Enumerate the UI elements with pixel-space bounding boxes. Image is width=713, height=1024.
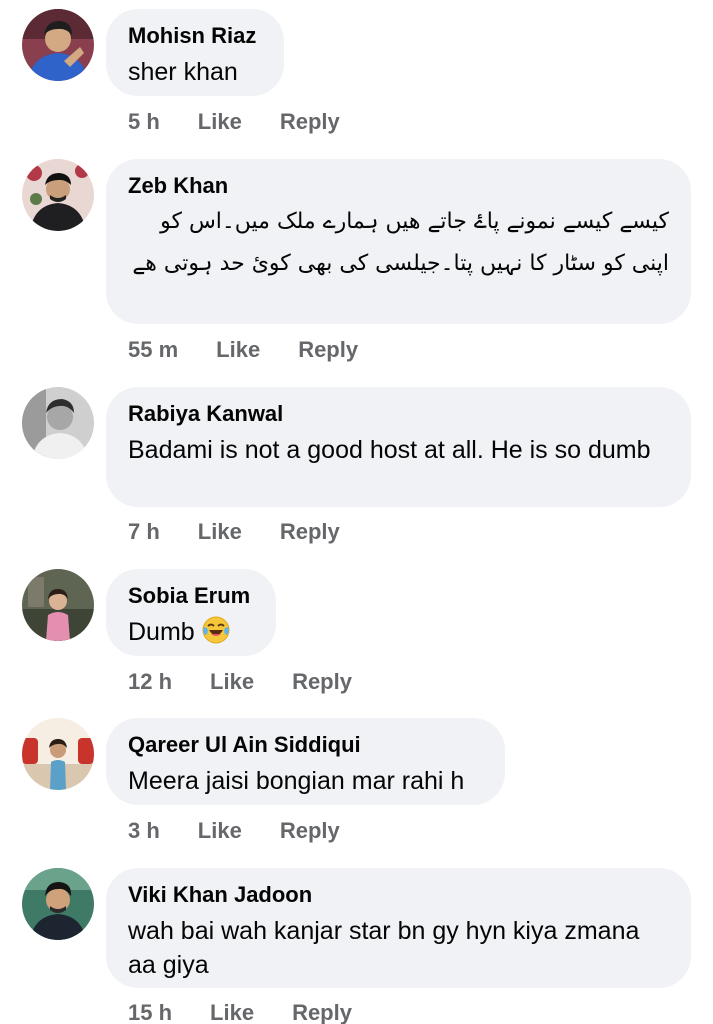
- avatar-image: [22, 9, 94, 81]
- comment-text: کیسے کیسے نمونے پاۓ جاتے ھیں ہمارے ملک م…: [132, 209, 669, 276]
- avatar-image: [22, 868, 94, 940]
- like-button[interactable]: Like: [198, 108, 242, 136]
- avatar-image: [22, 387, 94, 459]
- like-button[interactable]: Like: [210, 668, 254, 696]
- comment-text: Meera jaisi bongian mar rahi h: [128, 767, 465, 795]
- comment-actions: 15 h Like Reply: [128, 999, 352, 1024]
- comment-timestamp[interactable]: 15 h: [128, 999, 172, 1024]
- reply-button[interactable]: Reply: [292, 668, 352, 696]
- comment-thread: Mohisn Riaz sher khan 5 h Like Reply Zeb K…: [0, 0, 713, 1024]
- avatar[interactable]: [22, 868, 94, 940]
- comment-bubble: Viki Khan Jadoon wah bai wah kanjar star…: [106, 868, 691, 988]
- comment-author[interactable]: Mohisn Riaz: [128, 21, 262, 51]
- like-button[interactable]: Like: [198, 518, 242, 546]
- reply-button[interactable]: Reply: [298, 336, 358, 364]
- comment-timestamp[interactable]: 5 h: [128, 108, 160, 136]
- comment-text: wah bai wah kanjar star bn gy hyn kiya z…: [128, 917, 640, 979]
- comment-timestamp[interactable]: 3 h: [128, 817, 160, 845]
- comment-bubble: Zeb Khan کیسے کیسے نمونے پاۓ جاتے ھیں ہم…: [106, 159, 691, 324]
- reply-button[interactable]: Reply: [292, 999, 352, 1024]
- comment-actions: 7 h Like Reply: [128, 518, 340, 546]
- reply-button[interactable]: Reply: [280, 518, 340, 546]
- like-button[interactable]: Like: [210, 999, 254, 1024]
- avatar[interactable]: [22, 387, 94, 459]
- comment-text: sher khan: [128, 58, 238, 86]
- comment-author[interactable]: Sobia Erum: [128, 581, 254, 611]
- comment-author[interactable]: Rabiya Kanwal: [128, 399, 669, 429]
- avatar-image: [22, 569, 94, 641]
- comment-bubble: Rabiya Kanwal Badami is not a good host …: [106, 387, 691, 507]
- comment-author[interactable]: Viki Khan Jadoon: [128, 880, 669, 910]
- avatar[interactable]: [22, 9, 94, 81]
- avatar-image: [22, 159, 94, 231]
- reply-button[interactable]: Reply: [280, 108, 340, 136]
- comment-actions: 55 m Like Reply: [128, 336, 358, 364]
- comment-text: Badami is not a good host at all. He is …: [128, 436, 651, 464]
- comment-bubble: Mohisn Riaz sher khan: [106, 9, 284, 96]
- reply-button[interactable]: Reply: [280, 817, 340, 845]
- comment-timestamp[interactable]: 12 h: [128, 668, 172, 696]
- comment-actions: 5 h Like Reply: [128, 108, 340, 136]
- avatar-image: [22, 718, 94, 790]
- avatar[interactable]: [22, 159, 94, 231]
- comment-text-content: Dumb: [128, 618, 195, 646]
- avatar[interactable]: [22, 569, 94, 641]
- comment-actions: 3 h Like Reply: [128, 817, 340, 845]
- comment-actions: 12 h Like Reply: [128, 668, 352, 696]
- comment-bubble: Sobia Erum Dumb: [106, 569, 276, 656]
- comment-text: Dumb: [128, 615, 254, 649]
- comment-author[interactable]: Zeb Khan: [128, 171, 669, 201]
- avatar[interactable]: [22, 718, 94, 790]
- laughing-crying-emoji-icon: [202, 616, 230, 644]
- comment-timestamp[interactable]: 7 h: [128, 518, 160, 546]
- like-button[interactable]: Like: [216, 336, 260, 364]
- comment-timestamp[interactable]: 55 m: [128, 336, 178, 364]
- like-button[interactable]: Like: [198, 817, 242, 845]
- comment-bubble: Qareer Ul Ain Siddiqui Meera jaisi bongi…: [106, 718, 505, 805]
- comment-author[interactable]: Qareer Ul Ain Siddiqui: [128, 730, 483, 760]
